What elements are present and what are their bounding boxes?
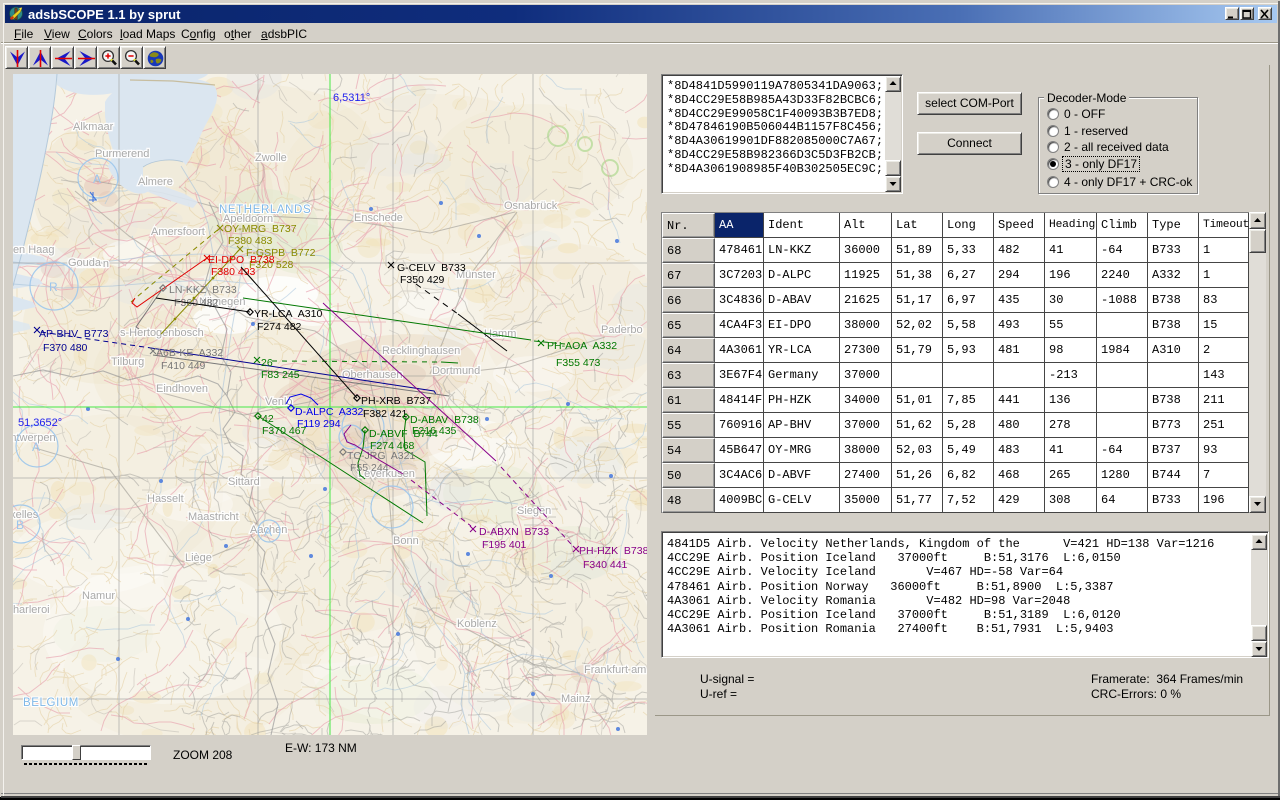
svg-text:OY-MRG B737: OY-MRG B737 bbox=[224, 223, 297, 235]
svg-text:PH-HZK B738: PH-HZK B738 bbox=[579, 545, 647, 557]
svg-text:B: B bbox=[16, 518, 24, 532]
svg-text:Gouda: Gouda bbox=[68, 257, 102, 269]
svg-text:D-ALPC A332: D-ALPC A332 bbox=[295, 406, 363, 418]
svg-text:A: A bbox=[32, 440, 40, 454]
svg-text:42: 42 bbox=[262, 413, 274, 425]
svg-text:Amersfoort: Amersfoort bbox=[151, 226, 205, 238]
svg-text:F355 473: F355 473 bbox=[556, 357, 601, 369]
svg-text:F55 244: F55 244 bbox=[350, 462, 389, 474]
svg-text:F195 401: F195 401 bbox=[482, 539, 527, 551]
svg-text:Dortmund: Dortmund bbox=[432, 365, 480, 377]
svg-text:Recklinghausen: Recklinghausen bbox=[382, 345, 460, 357]
svg-text:F83 245: F83 245 bbox=[261, 369, 300, 381]
svg-text:PH-AOA A332: PH-AOA A332 bbox=[547, 340, 617, 352]
svg-text:R: R bbox=[49, 280, 58, 294]
svg-text:Hasselt: Hasselt bbox=[147, 493, 184, 505]
svg-text:Bonn: Bonn bbox=[393, 535, 419, 547]
svg-text:F370 467: F370 467 bbox=[262, 425, 307, 437]
svg-text:D-ABXN B733: D-ABXN B733 bbox=[479, 526, 549, 538]
svg-text:Koblenz: Koblenz bbox=[457, 618, 497, 630]
svg-text:Oberhausen: Oberhausen bbox=[342, 369, 403, 381]
svg-text:F274 482: F274 482 bbox=[257, 321, 302, 333]
svg-text:6,5311°: 6,5311° bbox=[333, 92, 370, 104]
svg-text:BELGIUM: BELGIUM bbox=[23, 697, 79, 709]
svg-text:Paderbo: Paderbo bbox=[601, 324, 643, 336]
svg-text:Sittard: Sittard bbox=[228, 476, 260, 488]
svg-text:Eindhoven: Eindhoven bbox=[156, 383, 208, 395]
svg-text:F382 421: F382 421 bbox=[363, 408, 408, 420]
svg-text:Frankfurt am: Frankfurt am bbox=[584, 664, 646, 676]
svg-text:F340 441: F340 441 bbox=[583, 559, 628, 571]
svg-text:AP-BHV B773: AP-BHV B773 bbox=[39, 328, 109, 340]
svg-text:Liège: Liège bbox=[185, 552, 212, 564]
svg-text:Maastricht: Maastricht bbox=[188, 511, 239, 523]
svg-text:Zwolle: Zwolle bbox=[255, 152, 287, 164]
svg-text:Enschede: Enschede bbox=[354, 212, 403, 224]
svg-text:G-CELV B733: G-CELV B733 bbox=[397, 262, 466, 274]
svg-text:F360 482: F360 482 bbox=[174, 297, 219, 309]
svg-text:LN-KKZ B733: LN-KKZ B733 bbox=[169, 284, 237, 296]
svg-text:D-ABVF B744: D-ABVF B744 bbox=[369, 428, 438, 440]
svg-text:F370 480: F370 480 bbox=[43, 342, 88, 354]
svg-text:YR-LCA A310: YR-LCA A310 bbox=[254, 308, 322, 320]
svg-text:Den Haag: Den Haag bbox=[13, 244, 55, 256]
svg-text:Venlo: Venlo bbox=[265, 396, 293, 408]
svg-text:Osnabrück: Osnabrück bbox=[504, 200, 558, 212]
svg-text:Charleroi: Charleroi bbox=[13, 604, 50, 616]
svg-text:A: A bbox=[93, 172, 101, 186]
svg-text:F380 483: F380 483 bbox=[228, 235, 273, 247]
svg-text:NETHERLANDS: NETHERLANDS bbox=[219, 204, 311, 216]
svg-text:EI-DPO B738: EI-DPO B738 bbox=[208, 254, 275, 266]
svg-text:Alkmaar: Alkmaar bbox=[73, 121, 114, 133]
svg-text:TC-JRG A321: TC-JRG A321 bbox=[347, 450, 415, 462]
svg-text:26: 26 bbox=[261, 357, 273, 369]
svg-text:Siegen: Siegen bbox=[517, 505, 551, 517]
svg-text:51,3652°: 51,3652° bbox=[18, 417, 62, 429]
svg-text:A: A bbox=[264, 525, 272, 539]
svg-text:Namur: Namur bbox=[82, 590, 115, 602]
svg-text:Mainz: Mainz bbox=[561, 693, 590, 705]
svg-text:F350 429: F350 429 bbox=[400, 274, 445, 286]
svg-text:Almere: Almere bbox=[138, 176, 173, 188]
svg-text:Tilburg: Tilburg bbox=[111, 356, 144, 368]
svg-text:PH-XRB B737: PH-XRB B737 bbox=[361, 395, 431, 407]
